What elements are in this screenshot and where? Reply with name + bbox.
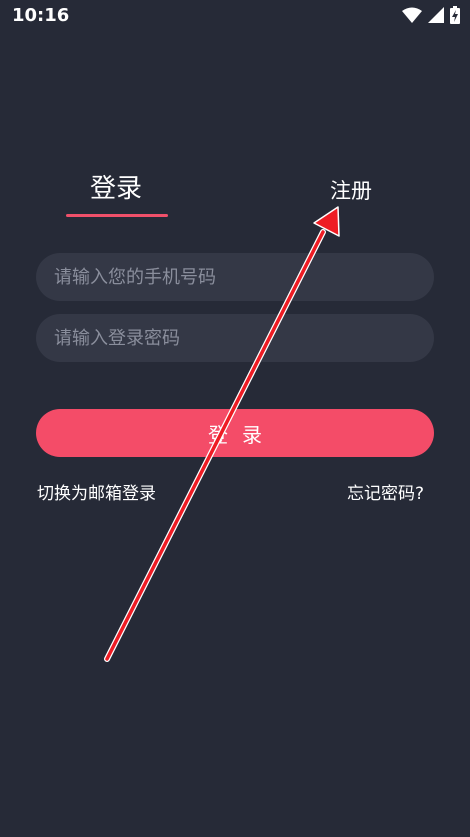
login-button[interactable]: 登录 xyxy=(36,409,434,457)
tab-register[interactable]: 注册 xyxy=(330,175,372,205)
wifi-icon xyxy=(402,7,422,23)
tab-login[interactable]: 登录 xyxy=(90,168,142,205)
status-time: 10:16 xyxy=(12,5,70,26)
switch-email-login-link[interactable]: 切换为邮箱登录 xyxy=(37,479,156,504)
signal-icon xyxy=(428,7,444,23)
phone-field[interactable] xyxy=(36,253,434,301)
forgot-password-link[interactable]: 忘记密码? xyxy=(347,479,424,504)
battery-charging-icon xyxy=(450,6,460,24)
password-field[interactable] xyxy=(36,314,434,362)
phone-input[interactable] xyxy=(52,265,434,289)
status-bar: 10:16 xyxy=(0,0,470,34)
status-icons xyxy=(402,6,460,24)
tab-active-indicator xyxy=(66,214,168,217)
password-input[interactable] xyxy=(52,326,434,350)
